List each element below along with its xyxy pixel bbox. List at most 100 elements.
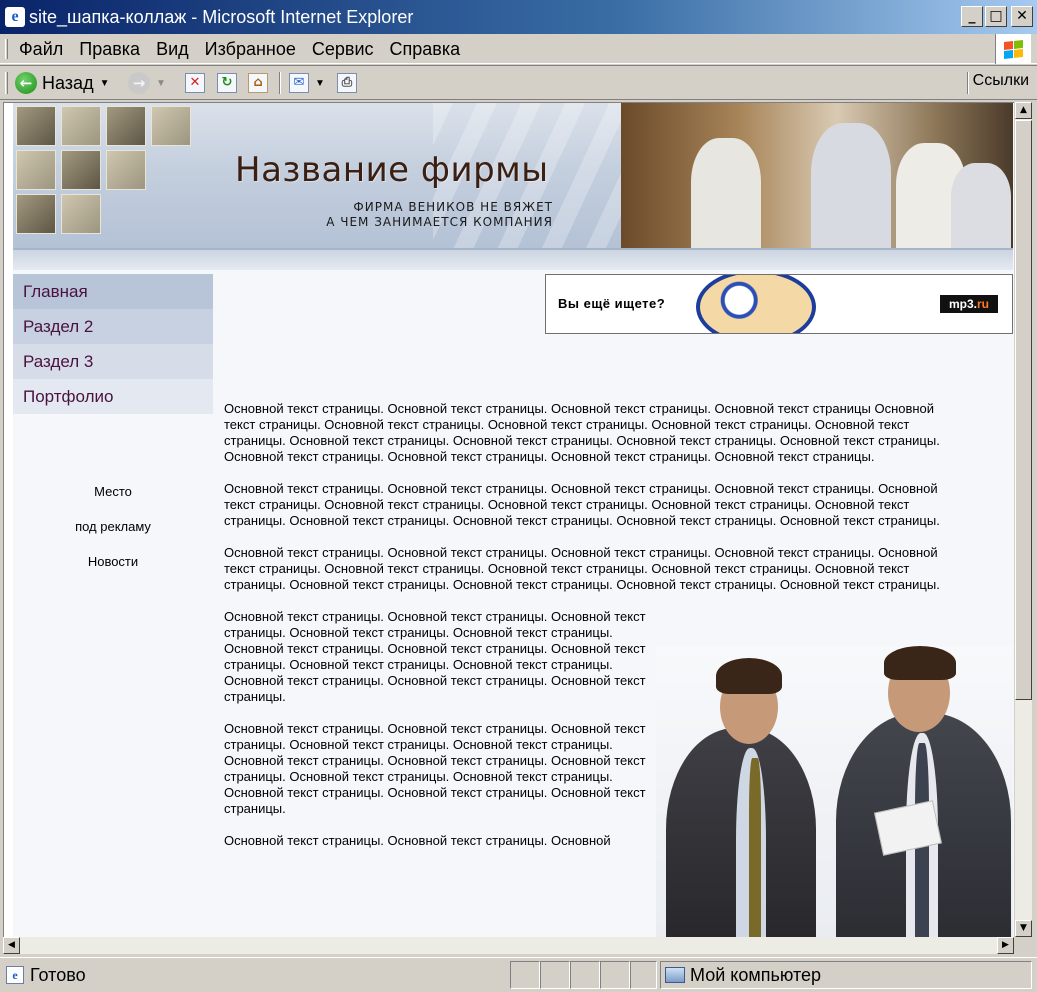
home-icon: ⌂ bbox=[248, 73, 268, 93]
page-viewport: Название фирмы ФИРМА ВЕНИКОВ НЕ ВЯЖЕТ А … bbox=[3, 102, 1014, 937]
header-people-photo bbox=[621, 103, 1013, 248]
menu-favorites[interactable]: Избранное bbox=[205, 39, 296, 59]
ie-page-icon[interactable]: e bbox=[5, 7, 25, 27]
content-paragraph: Основной текст страницы. Основной текст … bbox=[224, 545, 940, 592]
toolbar-grip[interactable] bbox=[5, 72, 8, 94]
slogan-line-1: ФИРМА ВЕНИКОВ НЕ ВЯЖЕТ bbox=[353, 200, 553, 214]
collage-tile bbox=[16, 194, 56, 234]
header-band bbox=[13, 248, 1013, 270]
status-pane bbox=[630, 961, 657, 989]
photo-hair bbox=[716, 658, 782, 694]
magnifier-eye-icon bbox=[696, 275, 816, 333]
menu-file[interactable]: Файл bbox=[19, 39, 63, 59]
mail-icon: ✉ bbox=[289, 73, 309, 93]
back-icon: ← bbox=[15, 72, 37, 94]
forward-icon: → bbox=[128, 72, 150, 94]
menu-edit[interactable]: Правка bbox=[79, 39, 140, 59]
vertical-scrollbar[interactable]: ▲ ▼ bbox=[1014, 102, 1032, 937]
content-paragraph: Основной текст страницы. Основной текст … bbox=[224, 481, 940, 528]
collage-tile bbox=[106, 106, 146, 146]
photo-figure bbox=[811, 123, 891, 248]
page-status-icon: e bbox=[6, 966, 24, 984]
scroll-thumb[interactable] bbox=[1015, 120, 1032, 700]
collage-tile bbox=[106, 150, 146, 190]
print-button[interactable]: ⎙ bbox=[337, 70, 357, 96]
menu-help[interactable]: Справка bbox=[390, 39, 461, 59]
content-paragraph: Основной текст страницы. Основной текст … bbox=[224, 833, 611, 848]
mail-dropdown-icon[interactable]: ▼ bbox=[315, 78, 325, 89]
content-paragraph: Основной текст страницы. Основной текст … bbox=[224, 609, 646, 704]
collage-tile bbox=[61, 194, 101, 234]
slogan-line-2: А ЧЕМ ЗАНИМАЕТСЯ КОМПАНИЯ bbox=[326, 215, 553, 229]
menu-bar: Файл Правка Вид Избранное Сервис Справка bbox=[0, 34, 1037, 64]
menu-view[interactable]: Вид bbox=[156, 39, 189, 59]
nav-item-portfolio[interactable]: Портфолио bbox=[13, 379, 213, 414]
status-bar: e Готово Мой компьютер bbox=[0, 957, 1037, 992]
ad-place-label: Место bbox=[94, 484, 132, 499]
window-title: site_шапка-коллаж - Microsoft Internet E… bbox=[29, 7, 414, 27]
forward-dropdown-icon[interactable]: ▼ bbox=[156, 78, 166, 89]
back-button[interactable]: ← Назад ▼ bbox=[15, 70, 109, 96]
stop-icon: ✕ bbox=[185, 73, 205, 93]
photo-hair bbox=[884, 646, 956, 680]
ad-logo-ru: ru bbox=[977, 297, 989, 311]
links-button[interactable]: Ссылки bbox=[973, 72, 1029, 90]
refresh-button[interactable]: ↻ bbox=[217, 70, 237, 96]
status-text: Готово bbox=[30, 965, 86, 985]
minimize-button[interactable]: _ bbox=[961, 6, 983, 27]
news-label[interactable]: Новости bbox=[13, 554, 213, 569]
window-controls: _ □ ✕ bbox=[961, 6, 1033, 27]
my-computer-icon bbox=[665, 967, 685, 983]
collage-tile bbox=[16, 150, 56, 190]
photo-figure bbox=[951, 163, 1011, 248]
status-pane bbox=[510, 961, 540, 989]
nav-item-section-2[interactable]: Раздел 2 bbox=[13, 309, 213, 344]
refresh-icon: ↻ bbox=[217, 73, 237, 93]
menubar-grip[interactable] bbox=[5, 39, 8, 59]
nav-item-home[interactable]: Главная bbox=[13, 274, 213, 309]
content-paragraph: Основной текст страницы. Основной текст … bbox=[224, 401, 940, 464]
nav-item-section-3[interactable]: Раздел 3 bbox=[13, 344, 213, 379]
back-dropdown-icon[interactable]: ▼ bbox=[100, 78, 110, 89]
businessmen-photo bbox=[656, 646, 1013, 937]
toolbar-separator bbox=[279, 72, 281, 94]
scroll-down-button[interactable]: ▼ bbox=[1015, 920, 1032, 937]
photo-tie bbox=[749, 758, 761, 937]
banner-ad[interactable]: Вы ещё ищете? mp3.ru bbox=[545, 274, 1013, 334]
ad-logo-main: mp3. bbox=[948, 297, 977, 311]
horizontal-scrollbar[interactable]: ◀ ▶ bbox=[3, 937, 1014, 954]
menu-tools[interactable]: Сервис bbox=[312, 39, 374, 59]
links-separator bbox=[967, 72, 969, 94]
scroll-left-button[interactable]: ◀ bbox=[3, 937, 20, 954]
status-pane bbox=[600, 961, 630, 989]
collage-tile bbox=[151, 106, 191, 146]
photo-figure bbox=[691, 138, 761, 248]
title-bar: e site_шапка-коллаж - Microsoft Internet… bbox=[0, 0, 1037, 34]
mail-button[interactable]: ✉ ▼ bbox=[289, 70, 325, 96]
windows-logo-icon bbox=[995, 34, 1031, 64]
side-navigation: Главная Раздел 2 Раздел 3 Портфолио bbox=[13, 274, 213, 414]
site-header: Название фирмы ФИРМА ВЕНИКОВ НЕ ВЯЖЕТ А … bbox=[13, 103, 1013, 248]
standard-toolbar: ← Назад ▼ → ▼ ✕ ↻ ⌂ ✉ ▼ ⎙ Ссылки bbox=[0, 65, 1037, 100]
scroll-up-button[interactable]: ▲ bbox=[1015, 102, 1032, 119]
mp3-ru-logo: mp3.ru bbox=[940, 295, 998, 313]
ad-place-label-2: под рекламу bbox=[75, 519, 151, 534]
back-label: Назад bbox=[42, 72, 94, 93]
status-pane bbox=[540, 961, 570, 989]
forward-button[interactable]: → ▼ bbox=[128, 70, 166, 96]
content-paragraph: Основной текст страницы. Основной текст … bbox=[224, 721, 646, 816]
collage-tile bbox=[61, 150, 101, 190]
collage-tile bbox=[16, 106, 56, 146]
header-slogan: ФИРМА ВЕНИКОВ НЕ ВЯЖЕТ А ЧЕМ ЗАНИМАЕТСЯ … bbox=[298, 200, 553, 230]
scroll-right-button[interactable]: ▶ bbox=[997, 937, 1014, 954]
security-zone-text: Мой компьютер bbox=[690, 965, 822, 985]
collage-tile bbox=[61, 106, 101, 146]
maximize-button[interactable]: □ bbox=[985, 6, 1007, 27]
ad-text: Вы ещё ищете? bbox=[558, 296, 666, 311]
print-icon: ⎙ bbox=[337, 73, 357, 93]
close-button[interactable]: ✕ bbox=[1011, 6, 1033, 27]
status-pane bbox=[570, 961, 600, 989]
web-page: Название фирмы ФИРМА ВЕНИКОВ НЕ ВЯЖЕТ А … bbox=[13, 103, 1014, 937]
home-button[interactable]: ⌂ bbox=[248, 70, 268, 96]
stop-button[interactable]: ✕ bbox=[185, 70, 205, 96]
